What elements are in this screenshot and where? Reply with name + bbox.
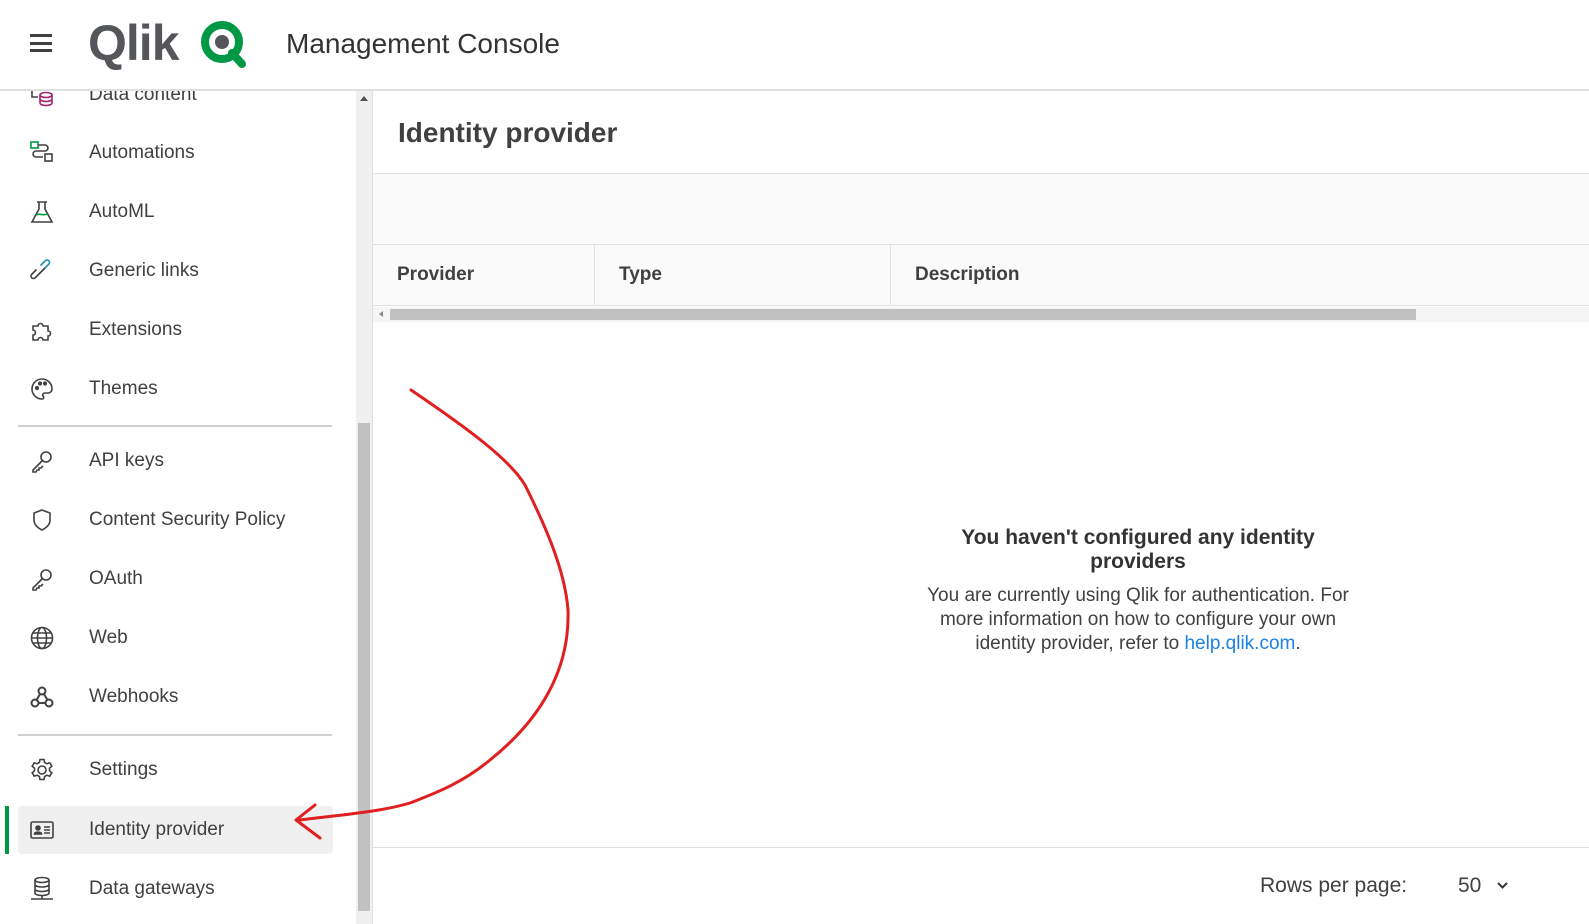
column-header-type[interactable]: Type <box>595 245 891 305</box>
rows-per-page-select[interactable]: 50 <box>1458 874 1481 898</box>
sidebar-item-extensions[interactable]: Extensions <box>18 306 333 354</box>
shield-icon <box>29 507 55 533</box>
main-content: Identity provider Provider Type Descript… <box>372 91 1589 924</box>
qlik-logo-q-icon <box>201 21 246 68</box>
hamburger-menu-icon[interactable] <box>30 34 52 52</box>
scroll-up-arrow-icon[interactable] <box>360 96 368 101</box>
link-icon <box>29 258 55 284</box>
key-icon <box>29 448 55 474</box>
database-icon <box>29 876 55 902</box>
sidebar-item-themes[interactable]: Themes <box>18 365 333 413</box>
sidebar-item-generic-links[interactable]: Generic links <box>18 247 333 295</box>
sidebar-item-oauth[interactable]: OAuth <box>18 555 333 603</box>
gear-icon <box>29 757 55 783</box>
sidebar-nav: Data content Automations AutoML Generic … <box>0 91 372 924</box>
rows-per-page-label: Rows per page: <box>1260 874 1408 897</box>
sidebar-item-webhooks[interactable]: Webhooks <box>18 673 333 721</box>
sidebar-item-settings[interactable]: Settings <box>18 746 333 794</box>
table-footer: Rows per page: 50 <box>373 847 1589 924</box>
sidebar-divider <box>18 425 332 427</box>
id-card-icon <box>29 817 55 843</box>
data-content-icon <box>29 91 55 108</box>
sidebar-scrollbar-thumb[interactable] <box>358 423 370 911</box>
palette-icon <box>29 376 55 402</box>
empty-state-title: You haven't configured any identity prov… <box>961 526 1315 573</box>
empty-state-text: You are currently using Qlik for authent… <box>927 585 1349 654</box>
chevron-down-icon[interactable] <box>1496 879 1509 892</box>
sidebar-item-automl[interactable]: AutoML <box>18 188 333 236</box>
sidebar-item-data-content[interactable]: Data content <box>18 91 333 119</box>
puzzle-icon <box>29 317 55 343</box>
page-title: Identity provider <box>398 117 618 148</box>
flask-icon <box>29 199 55 225</box>
sidebar-scrollbar[interactable] <box>356 91 372 924</box>
automations-icon <box>29 140 55 166</box>
table-horizontal-scrollbar[interactable] <box>373 307 1589 322</box>
column-header-provider[interactable]: Provider <box>373 245 595 305</box>
scroll-left-arrow-icon[interactable] <box>379 311 383 317</box>
top-header: Qlik Management Console <box>0 0 1589 91</box>
qlik-logo: Qlik <box>88 15 180 71</box>
sidebar-divider <box>18 734 332 736</box>
active-indicator <box>5 806 9 854</box>
webhook-icon <box>29 684 55 710</box>
horizontal-scrollbar-thumb[interactable] <box>390 309 1416 320</box>
globe-icon <box>29 625 55 651</box>
sidebar-item-data-gateways[interactable]: Data gateways <box>18 865 333 913</box>
sidebar-item-web[interactable]: Web <box>18 614 333 662</box>
key-icon <box>29 566 55 592</box>
table-toolbar <box>373 173 1589 245</box>
empty-state: You haven't configured any identity prov… <box>923 526 1353 656</box>
help-link[interactable]: help.qlik.com <box>1184 633 1295 654</box>
app-title: Management Console <box>286 28 560 59</box>
column-header-description[interactable]: Description <box>891 245 1589 305</box>
sidebar-item-api-keys[interactable]: API keys <box>18 437 333 485</box>
sidebar-item-content-security-policy[interactable]: Content Security Policy <box>18 496 333 544</box>
table-header: Provider Type Description <box>373 245 1589 306</box>
sidebar-item-automations[interactable]: Automations <box>18 129 333 177</box>
sidebar-item-identity-provider[interactable]: Identity provider <box>18 806 333 854</box>
